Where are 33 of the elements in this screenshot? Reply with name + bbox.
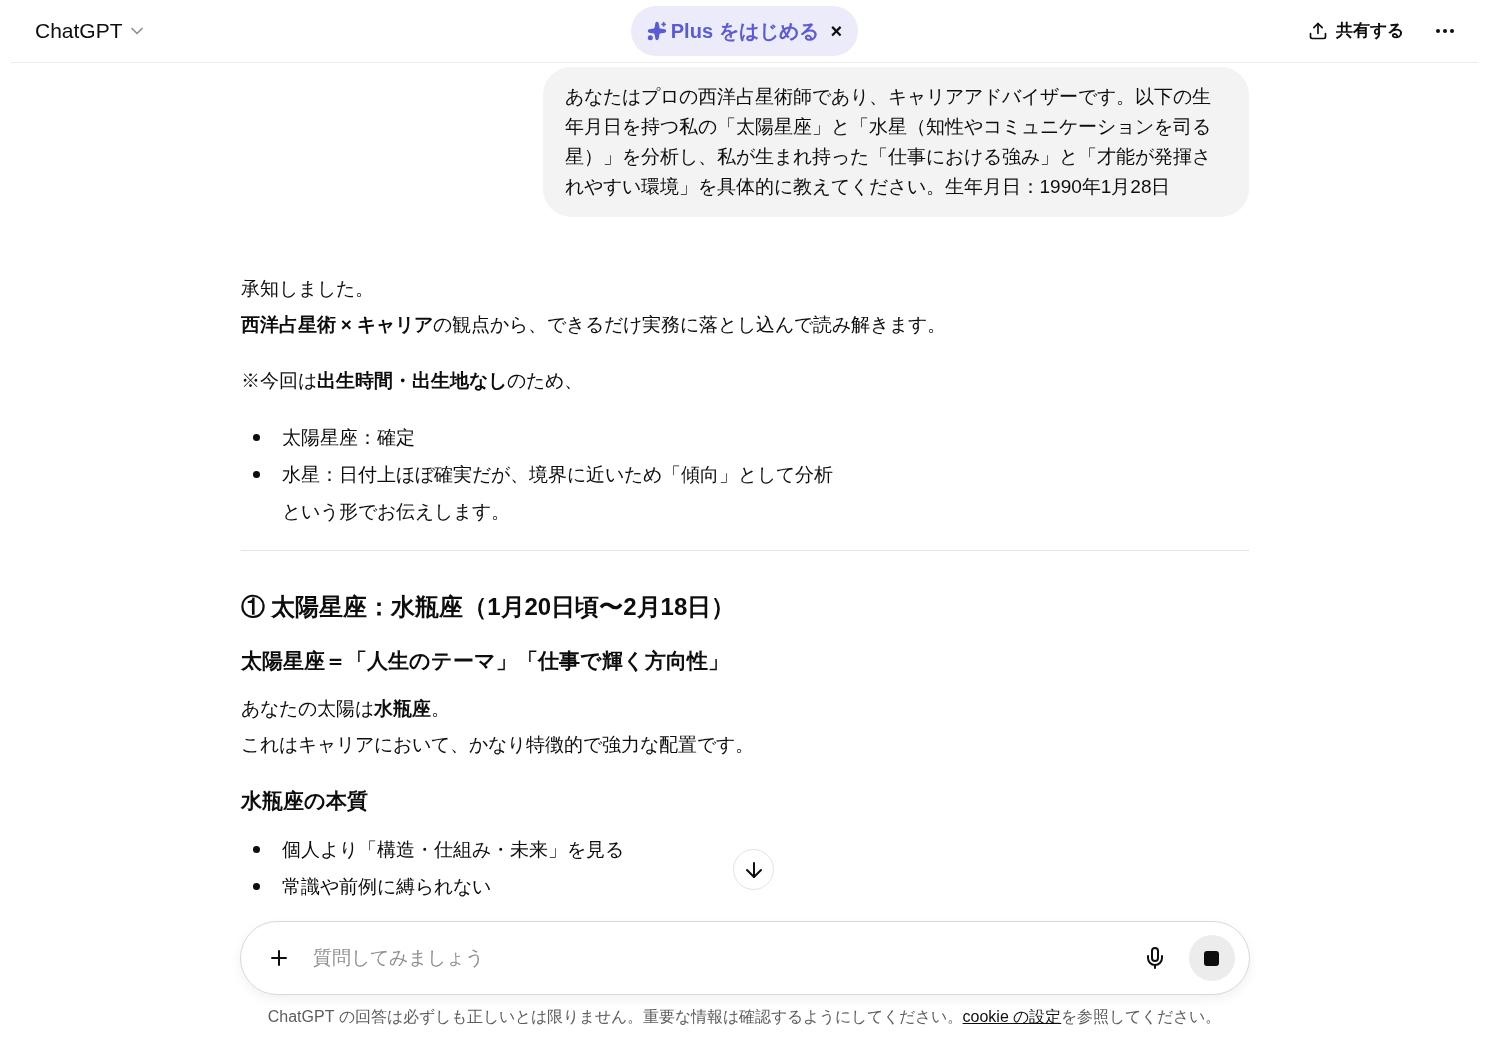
share-icon [1308,21,1328,41]
cookie-settings-link[interactable]: cookie の設定 [962,1008,1062,1025]
list-item-text: 太陽星座：確定 [281,426,415,450]
reply-text: 西洋占星術 × キャリアの観点から、できるだけ実務に落とし込んで読み解きます。 [240,313,948,337]
subsection-heading: 水瓶座の本質 [240,788,369,814]
reply-text: あなたの太陽は水瓶座。 [240,697,451,721]
list-item-text: という形でお伝えします。 [281,500,511,524]
list-item-text: 常識や前例に縛られない [281,875,491,899]
message-input[interactable]: 質問してみましょう [312,943,1137,973]
scroll-down-button[interactable] [733,849,774,890]
more-button[interactable] [1436,29,1454,33]
section-heading: ① 太陽星座：水瓶座（1月20日頃〜2月18日） [240,592,737,622]
user-message: あなたはプロの西洋占星術師であり、キャリアアドバイザーです。以下の生年月日を持つ私の「太陽星座」と「水星（知性やコミュニケーションを司る星）」を分析し、私が生まれ持った「仕事における強み」と「才能が発揮されやすい環境」を具体的に教えてください。生年月日：1990年1月28日 [542,67,1249,217]
more-icon [1436,29,1454,33]
upgrade-button[interactable]: Plus をはじめる [646,16,819,46]
sparkle-icon [646,21,667,41]
subsection-heading: 太陽星座＝「人生のテーマ」「仕事で輝く方向性」 [240,648,730,674]
bullet-icon [252,434,260,441]
stop-button[interactable] [1188,935,1235,981]
list-item-text: 個人より「構造・仕組み・未来」を見る [281,838,624,862]
reply-text: これはキャリアにおいて、かなり特徴的で強力な配置です。 [240,733,755,757]
share-button[interactable]: 共有する [1308,18,1404,44]
disclaimer-text: ChatGPT の回答は必ずしも正しいとは限りません。重要な情報は確認するようにしてください。cookie の設定を参照してください。 [266,1007,1223,1027]
reply-text: ※今回は出生時間・出生地なしのため、 [240,369,584,393]
model-selector[interactable]: ChatGPT [35,15,147,47]
message-field[interactable]: 質問してみましょう [239,921,1250,995]
bullet-icon [252,846,260,853]
bullet-icon [252,471,260,478]
list-item-text: 水星：日付上ほぼ確実だが、境界に近いため「傾向」として分析 [281,463,833,487]
reply-text: 承知しました。 [240,277,375,301]
bullet-icon [252,883,260,890]
close-button[interactable]: × [830,16,843,46]
stop-icon [1204,950,1219,966]
